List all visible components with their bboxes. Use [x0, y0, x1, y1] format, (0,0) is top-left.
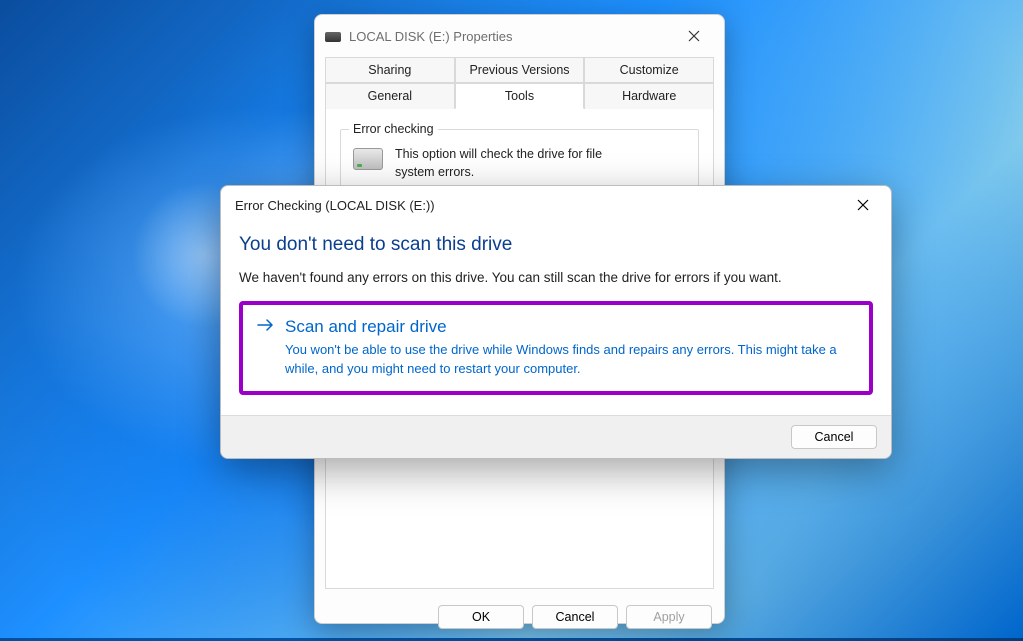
tab-row-back: Sharing Previous Versions Customize [325, 57, 714, 83]
close-icon[interactable] [674, 21, 714, 51]
tab-customize[interactable]: Customize [584, 57, 714, 83]
error-checking-dialog: Error Checking (LOCAL DISK (E:)) You don… [220, 185, 892, 459]
dialog-heading: You don't need to scan this drive [239, 234, 873, 256]
dialog-titlebar[interactable]: Error Checking (LOCAL DISK (E:)) [221, 186, 891, 222]
error-checking-text: This option will check the drive for fil… [395, 146, 615, 181]
drive-icon [325, 32, 341, 42]
tab-general[interactable]: General [325, 83, 455, 109]
dialog-body: You don't need to scan this drive We hav… [221, 222, 891, 415]
dialog-cancel-button[interactable]: Cancel [791, 425, 877, 449]
tab-tools[interactable]: Tools [455, 83, 585, 109]
tab-sharing[interactable]: Sharing [325, 57, 455, 83]
cancel-button[interactable]: Cancel [532, 605, 618, 629]
dialog-title: Error Checking (LOCAL DISK (E:)) [235, 198, 843, 213]
arrow-right-icon [257, 317, 275, 339]
properties-window-title: LOCAL DISK (E:) Properties [349, 29, 674, 44]
properties-buttons: OK Cancel Apply [315, 597, 724, 641]
apply-button: Apply [626, 605, 712, 629]
properties-titlebar[interactable]: LOCAL DISK (E:) Properties [315, 15, 724, 51]
tab-row-front: General Tools Hardware [325, 83, 714, 109]
tabs-area: Sharing Previous Versions Customize Gene… [315, 51, 724, 109]
close-icon[interactable] [843, 191, 883, 219]
dialog-description: We haven't found any errors on this driv… [239, 270, 873, 285]
tab-hardware[interactable]: Hardware [584, 83, 714, 109]
error-checking-label: Error checking [349, 122, 438, 136]
scan-option-title: Scan and repair drive [285, 317, 855, 337]
drive-image-icon [353, 148, 383, 170]
ok-button[interactable]: OK [438, 605, 524, 629]
tab-previous-versions[interactable]: Previous Versions [455, 57, 585, 83]
scan-option-subtitle: You won't be able to use the drive while… [285, 341, 855, 379]
scan-and-repair-option[interactable]: Scan and repair drive You won't be able … [239, 301, 873, 395]
dialog-footer: Cancel [221, 415, 891, 458]
